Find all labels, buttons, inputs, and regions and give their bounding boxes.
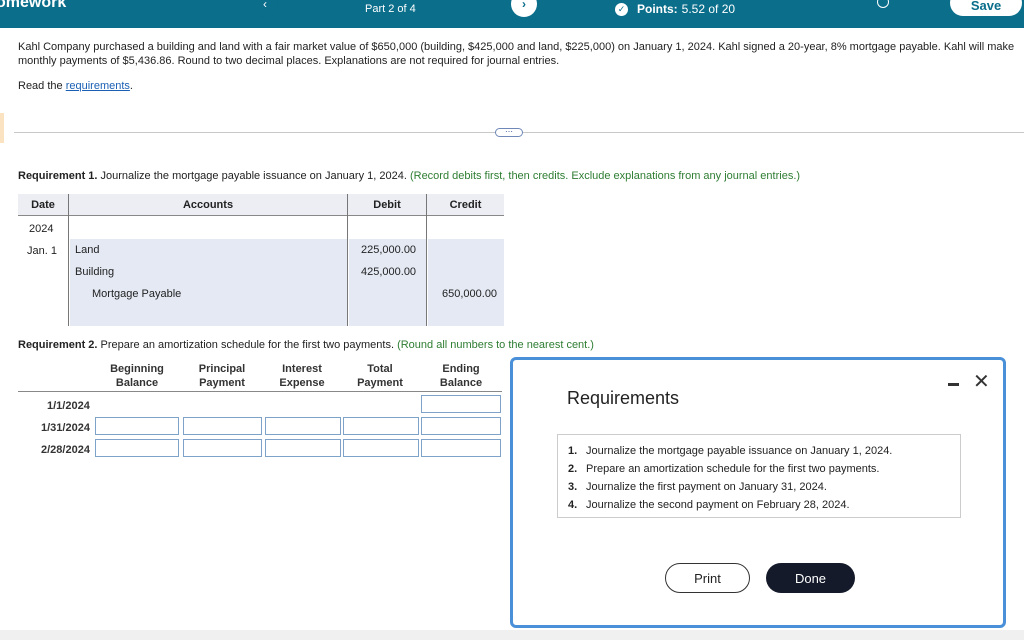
total-payment-input-row2[interactable] — [343, 417, 419, 435]
top-bar: omework ‹ Part 2 of 4 › ✓ Points: 5.52 o… — [0, 0, 1024, 28]
done-button[interactable]: Done — [766, 563, 855, 593]
list-item: 1. Journalize the mortgage payable issuan… — [568, 445, 893, 457]
req1-hint: (Record debits first, then credits. Excl… — [406, 170, 801, 182]
previous-part-button[interactable]: ‹ — [252, 0, 278, 17]
accounts-cell-bg — [70, 239, 347, 326]
account-land[interactable]: Land — [75, 244, 99, 256]
column-header-accounts: Accounts — [69, 194, 347, 216]
journal-year: 2024 — [29, 223, 54, 235]
print-button[interactable]: Print — [665, 563, 750, 593]
left-edge-marker — [0, 113, 4, 143]
col-separator — [426, 194, 427, 326]
req1-label: Requirement 1. — [18, 170, 98, 182]
points-display: ✓ Points: 5.52 of 20 — [615, 2, 735, 16]
beginning-balance-input-row3[interactable] — [95, 439, 179, 457]
total-payment-input-row3[interactable] — [343, 439, 419, 457]
interest-expense-input-row2[interactable] — [265, 417, 341, 435]
account-building[interactable]: Building — [75, 266, 114, 278]
requirement-1-instruction: Requirement 1. Journalize the mortgage p… — [18, 170, 800, 182]
debit-land[interactable]: 225,000.00 — [361, 244, 416, 256]
col-separator — [347, 194, 348, 326]
requirements-link[interactable]: requirements — [66, 80, 130, 92]
chevron-right-icon: › — [522, 0, 526, 11]
expand-handle[interactable]: ⋯ — [495, 128, 523, 137]
next-part-button[interactable]: › — [511, 0, 537, 17]
settings-icon[interactable] — [877, 0, 889, 8]
req2-text: Prepare an amortization schedule for the… — [97, 339, 395, 351]
minimize-icon[interactable] — [948, 383, 959, 386]
account-mortgage-payable[interactable]: Mortgage Payable — [92, 288, 181, 300]
points-value: 5.52 of 20 — [681, 2, 736, 16]
credit-cell-bg — [428, 239, 504, 326]
save-button[interactable]: Save — [950, 0, 1022, 16]
problem-statement: Kahl Company purchased a building and la… — [18, 41, 1015, 67]
req2-hint: (Round all numbers to the nearest cent.) — [394, 339, 594, 351]
column-header-date: Date — [18, 194, 68, 216]
debit-building[interactable]: 425,000.00 — [361, 266, 416, 278]
ending-balance-input-row2[interactable] — [421, 417, 501, 435]
read-requirements-line: Read the requirements. — [18, 80, 133, 92]
requirements-dialog: Requirements ✕ 1. Journalize the mortgage… — [510, 357, 1006, 628]
header-beginning-balance: Beginning Balance — [110, 363, 164, 389]
app-title: omework — [0, 0, 67, 11]
amortization-header-rule — [18, 391, 502, 392]
column-header-credit: Credit — [427, 194, 504, 216]
save-button-label: Save — [970, 0, 1002, 13]
chevron-left-icon: ‹ — [263, 0, 267, 11]
col-separator — [68, 194, 69, 326]
requirements-list: 1. Journalize the mortgage payable issuan… — [557, 434, 961, 518]
req2-label: Requirement 2. — [18, 339, 98, 351]
partial-credit-icon: ✓ — [615, 2, 628, 16]
header-principal-payment: Principal Payment — [198, 363, 246, 389]
beginning-balance-input-row2[interactable] — [95, 417, 179, 435]
bottom-strip — [0, 630, 1024, 640]
list-item: 3. Journalize the first payment on Januar… — [568, 481, 827, 493]
header-total-payment: Total Payment — [357, 363, 403, 389]
journal-date: Jan. 1 — [27, 245, 57, 257]
close-icon[interactable]: ✕ — [973, 372, 990, 392]
list-item: 4. Journalize the second payment on Febru… — [568, 499, 850, 511]
list-item: 2. Prepare an amortization schedule for t… — [568, 463, 880, 475]
ending-balance-input-row1[interactable] — [421, 395, 501, 413]
read-prefix: Read the — [18, 80, 66, 92]
credit-mortgage-payable[interactable]: 650,000.00 — [442, 288, 497, 300]
dialog-title: Requirements — [567, 388, 680, 408]
points-label: Points: — [637, 2, 678, 16]
requirement-2-instruction: Requirement 2. Prepare an amortization s… — [18, 339, 594, 351]
ending-balance-input-row3[interactable] — [421, 439, 501, 457]
principal-payment-input-row3[interactable] — [183, 439, 262, 457]
row-date-3: 2/28/2024 — [41, 444, 90, 456]
read-suffix: . — [129, 80, 133, 92]
part-indicator: Part 2 of 4 — [365, 3, 416, 15]
header-interest-expense: Interest Expense — [279, 363, 325, 389]
row-date-1: 1/1/2024 — [47, 400, 90, 412]
interest-expense-input-row3[interactable] — [265, 439, 341, 457]
column-header-debit: Debit — [348, 194, 426, 216]
req1-text: Journalize the mortgage payable issuance… — [97, 170, 407, 182]
header-ending-balance: Ending Balance — [439, 363, 483, 389]
row-date-2: 1/31/2024 — [41, 422, 90, 434]
principal-payment-input-row2[interactable] — [183, 417, 262, 435]
